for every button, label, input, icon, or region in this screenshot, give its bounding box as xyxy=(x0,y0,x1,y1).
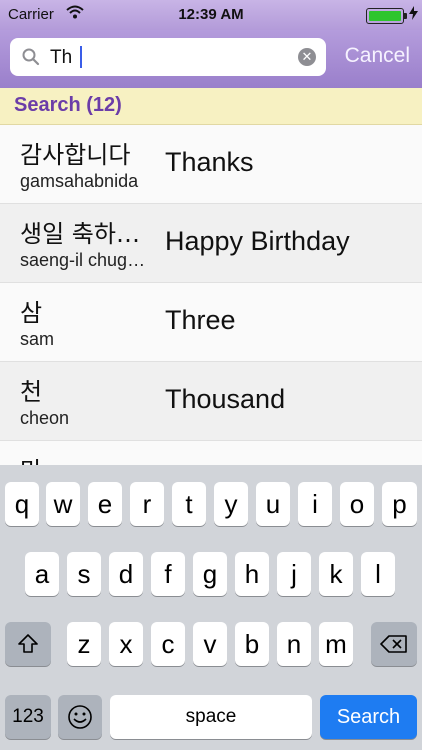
key-k[interactable]: k xyxy=(319,552,353,596)
list-item[interactable]: 삼 sam Three xyxy=(0,283,422,362)
key-p[interactable]: p xyxy=(382,482,417,526)
emoji-icon xyxy=(68,705,92,729)
romanization-text: gamsahabnida xyxy=(20,171,139,191)
key-q[interactable]: q xyxy=(5,482,39,526)
english-text: Three xyxy=(165,305,236,335)
clock: 12:39 AM xyxy=(178,6,244,23)
key-a[interactable]: a xyxy=(25,552,59,596)
numbers-key[interactable]: 123 xyxy=(5,695,51,739)
backspace-key[interactable] xyxy=(371,622,417,666)
korean-text: 삼 xyxy=(20,299,43,327)
list-item[interactable]: 생일 축하합니다 saeng-il chughahabnida Happy Bi… xyxy=(0,204,422,283)
key-b[interactable]: b xyxy=(235,622,269,666)
key-f[interactable]: f xyxy=(151,552,185,596)
key-r[interactable]: r xyxy=(130,482,164,526)
key-n[interactable]: n xyxy=(277,622,311,666)
english-text: Thanks xyxy=(165,147,254,177)
english-text: Happy Birthday xyxy=(165,226,350,256)
romanization-text: saeng-il chughahabnida xyxy=(20,250,150,270)
space-key[interactable]: space xyxy=(110,695,312,739)
results-list: 감사합니다 gamsahabnida Thanks 생일 축하합니다 saeng… xyxy=(0,125,422,465)
key-u[interactable]: u xyxy=(256,482,290,526)
key-s[interactable]: s xyxy=(67,552,101,596)
korean-text: 만 xyxy=(20,451,162,465)
key-v[interactable]: v xyxy=(193,622,227,666)
search-icon xyxy=(22,48,40,71)
key-m[interactable]: m xyxy=(319,622,353,666)
section-title: Search (12) xyxy=(14,94,122,116)
emoji-key[interactable] xyxy=(58,695,102,739)
backspace-icon xyxy=(380,635,407,653)
status-bar: Carrier 12:39 AM xyxy=(0,0,422,30)
key-l[interactable]: l xyxy=(361,552,395,596)
search-header: ✕ Cancel xyxy=(0,30,422,88)
key-h[interactable]: h xyxy=(235,552,269,596)
key-c[interactable]: c xyxy=(151,622,185,666)
list-item[interactable]: 감사합니다 gamsahabnida Thanks xyxy=(0,125,422,204)
key-t[interactable]: t xyxy=(172,482,206,526)
cancel-button[interactable]: Cancel xyxy=(345,44,410,68)
search-key[interactable]: Search xyxy=(320,695,417,739)
romanization-text: cheon xyxy=(20,408,70,428)
key-g[interactable]: g xyxy=(193,552,227,596)
key-j[interactable]: j xyxy=(277,552,311,596)
search-bar[interactable]: ✕ xyxy=(10,38,326,76)
search-input[interactable] xyxy=(48,45,292,71)
romanization-text: sam xyxy=(20,329,55,349)
korean-text: 천 xyxy=(20,378,43,406)
list-item[interactable]: 만 xyxy=(0,441,422,465)
keyboard: q w e r t y u i o p a s d f g h j k l z … xyxy=(0,465,422,750)
shift-icon xyxy=(18,634,38,653)
battery-icon xyxy=(366,8,407,24)
korean-text: 감사합니다 xyxy=(20,141,131,169)
key-x[interactable]: x xyxy=(109,622,143,666)
charging-icon xyxy=(409,6,418,23)
english-text: Thousand xyxy=(165,384,286,414)
clear-icon[interactable]: ✕ xyxy=(298,48,316,66)
key-d[interactable]: d xyxy=(109,552,143,596)
key-y[interactable]: y xyxy=(214,482,248,526)
list-item[interactable]: 천 cheon Thousand xyxy=(0,362,422,441)
key-z[interactable]: z xyxy=(67,622,101,666)
key-w[interactable]: w xyxy=(46,482,80,526)
key-e[interactable]: e xyxy=(88,482,122,526)
text-cursor xyxy=(80,46,82,68)
korean-text: 생일 축하합니다 xyxy=(20,220,162,248)
key-i[interactable]: i xyxy=(298,482,332,526)
key-o[interactable]: o xyxy=(340,482,374,526)
section-header: Search (12) xyxy=(0,88,422,125)
shift-key[interactable] xyxy=(5,622,51,666)
